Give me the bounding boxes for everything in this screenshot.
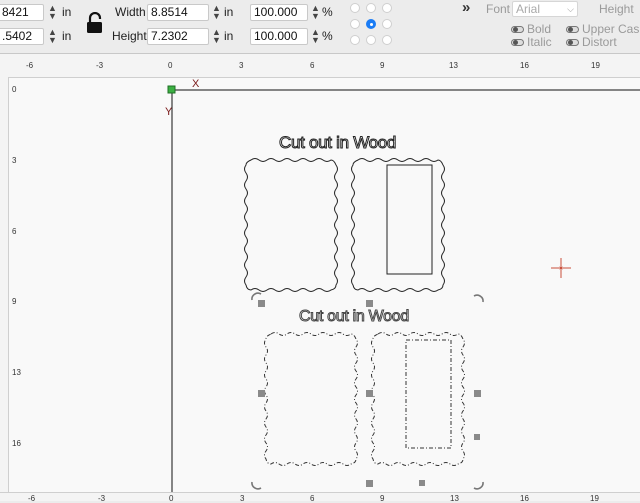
toolbar: 8421 ▲ ▼ in .5402 ▲ ▼ in Width 8.8514 ▲ ▼ i… (0, 0, 640, 54)
x-position-value: 8421 (2, 5, 29, 19)
upper-case-toggle[interactable] (566, 26, 579, 33)
left-ruler-tick: 13 (12, 368, 21, 377)
top-ruler-tick: 9 (380, 61, 385, 70)
width-value: 8.8514 (151, 5, 188, 19)
width-label: Width (115, 5, 146, 19)
anchor-middle-right[interactable] (382, 19, 392, 29)
width-stepper[interactable]: ▲ ▼ (212, 4, 221, 21)
distort-label: Distort (582, 35, 617, 49)
text-height-label: Height (599, 2, 634, 16)
y-position-field[interactable]: .5402 (0, 28, 44, 45)
lower-cut-text[interactable]: Cut out in Wood (299, 308, 410, 326)
height-stepper[interactable]: ▲ ▼ (212, 28, 221, 45)
bottom-ruler-tick: 13 (450, 494, 459, 503)
anchor-bottom-right[interactable] (382, 35, 392, 45)
unlock-icon[interactable] (86, 11, 104, 34)
anchor-bottom-center[interactable] (366, 35, 376, 45)
left-ruler-tick: 16 (12, 439, 21, 448)
height-value: 7.2302 (151, 29, 188, 43)
anchor-top-right[interactable] (382, 3, 392, 13)
left-ruler-tick: 0 (12, 85, 17, 94)
chevron-down-icon: ⌵ (567, 4, 574, 14)
top-ruler-tick: 0 (168, 61, 173, 70)
top-ruler-tick: 19 (591, 61, 600, 70)
height-unit-label: in (224, 29, 234, 43)
x-axis-label: X (192, 78, 200, 90)
left-ruler-tick: 6 (12, 227, 17, 236)
width-percent-unit: % (322, 5, 333, 19)
width-unit-label: in (224, 5, 234, 19)
x-position-stepper[interactable]: ▲ ▼ (48, 4, 57, 21)
anchor-top-left[interactable] (350, 3, 360, 13)
anchor-middle-left[interactable] (350, 19, 360, 29)
top-ruler-tick: 6 (310, 61, 315, 70)
top-ruler-tick: 3 (239, 61, 244, 70)
height-percent-stepper[interactable]: ▲ ▼ (311, 28, 320, 45)
y-axis-label: Y (165, 106, 173, 118)
height-field[interactable]: 7.2302 (147, 28, 209, 45)
top-ruler-tick: -6 (26, 61, 34, 70)
anchor-top-center[interactable] (366, 3, 376, 13)
top-ruler-tick: 13 (449, 61, 458, 70)
y-position-stepper[interactable]: ▲ ▼ (48, 28, 57, 45)
height-percent-value: 100.000 (254, 29, 298, 43)
anchor-bottom-left[interactable] (350, 35, 360, 45)
bold-toggle[interactable] (511, 26, 524, 33)
toolbar-overflow-button[interactable]: » (462, 0, 470, 16)
x-position-field[interactable]: 8421 (0, 4, 44, 21)
height-label: Height (112, 29, 147, 43)
bottom-ruler-tick: -6 (28, 494, 36, 503)
italic-label: Italic (527, 35, 552, 49)
bottom-ruler-tick: 19 (590, 494, 599, 503)
width-percent-value: 100.000 (254, 5, 298, 19)
bottom-ruler-tick: 9 (380, 494, 385, 503)
left-ruler: 0 (0, 77, 15, 500)
left-ruler-tick: 9 (12, 297, 17, 306)
bottom-ruler-tick: 3 (240, 494, 245, 503)
top-ruler-tick: 16 (520, 61, 529, 70)
left-ruler-tick: 3 (12, 156, 17, 165)
font-select-value: Arial (516, 2, 541, 16)
top-ruler-tick: -3 (96, 61, 104, 70)
width-percent-field[interactable]: 100.000 (250, 4, 308, 21)
font-select[interactable]: Arial ⌵ (512, 1, 578, 17)
x-unit-label: in (62, 5, 72, 19)
upper-engrave-text[interactable]: Cut out in Wood (278, 133, 396, 153)
y-position-value: .5402 (2, 29, 33, 43)
height-percent-field[interactable]: 100.000 (250, 28, 308, 45)
bottom-ruler-tick: -3 (98, 494, 106, 503)
y-unit-label: in (62, 29, 72, 43)
distort-toggle[interactable] (566, 39, 579, 46)
width-percent-stepper[interactable]: ▲ ▼ (311, 4, 320, 21)
bottom-ruler-tick: 6 (310, 494, 315, 503)
top-ruler: -6 -3 0 3 6 9 13 16 19 (0, 54, 640, 78)
bottom-ruler-tick: 16 (520, 494, 529, 503)
height-percent-unit: % (322, 29, 333, 43)
font-label: Font (486, 2, 511, 16)
italic-toggle[interactable] (511, 39, 524, 46)
anchor-center[interactable] (366, 19, 376, 29)
width-field[interactable]: 8.8514 (147, 4, 209, 21)
bottom-ruler-tick: 0 (169, 494, 174, 503)
